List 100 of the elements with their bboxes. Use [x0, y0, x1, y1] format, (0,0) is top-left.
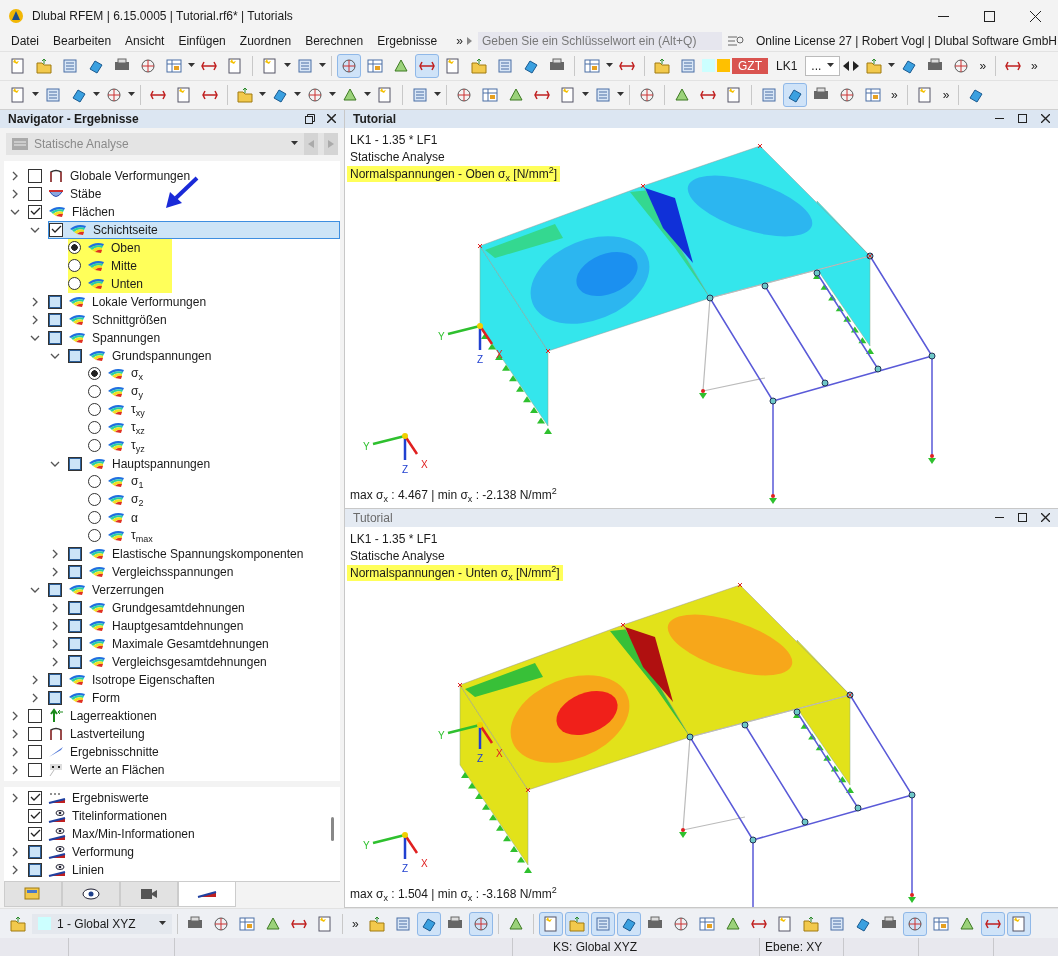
checkbox[interactable]: [28, 204, 42, 219]
maximize-icon[interactable]: [1018, 513, 1027, 523]
radio-button[interactable]: [88, 475, 101, 489]
tree-item-label[interactable]: Werte an Flächen: [70, 762, 165, 777]
caret-icon[interactable]: [582, 92, 589, 98]
panel-tab[interactable]: [62, 881, 120, 907]
tree-item-label[interactable]: Schnittgrößen: [92, 312, 167, 327]
checkbox[interactable]: [68, 456, 82, 471]
tree-item-label[interactable]: σ$_{y}$: [131, 383, 143, 400]
checkbox[interactable]: [49, 222, 63, 237]
tree-item-label[interactable]: Oben: [111, 240, 141, 255]
tree-item-label[interactable]: Vergleichsspannungen: [112, 564, 234, 579]
menu-item[interactable]: Bearbeiten: [46, 34, 119, 49]
tree-item-label[interactable]: Lagerreaktionen: [70, 708, 157, 723]
tool-button[interactable]: [616, 911, 641, 936]
tree-item-label[interactable]: Elastische Spannungskomponenten: [112, 546, 304, 561]
tree-item-label[interactable]: Spannungen: [92, 330, 161, 345]
checkbox[interactable]: [28, 808, 42, 823]
caret-icon[interactable]: [291, 141, 298, 147]
checkbox[interactable]: [68, 618, 82, 633]
search-field[interactable]: Geben Sie ein Schlüsselwort ein (Alt+Q): [477, 32, 722, 51]
tree-item-label[interactable]: Form: [92, 690, 120, 705]
expand-icon[interactable]: [50, 566, 60, 577]
tree-item-label[interactable]: Schichtseite: [93, 222, 158, 237]
tool-button[interactable]: [783, 82, 807, 107]
tree-item-label[interactable]: Flächen: [72, 204, 115, 219]
tree-item-label[interactable]: Ergebniswerte: [72, 790, 149, 805]
close-icon[interactable]: [1029, 10, 1041, 22]
tool-button[interactable]: [538, 911, 563, 936]
checkbox[interactable]: [28, 844, 42, 859]
scrollbar-thumb[interactable]: [331, 816, 334, 841]
tree-item-label[interactable]: Titelinformationen: [72, 808, 167, 823]
menu-item[interactable]: Datei: [4, 34, 46, 49]
caret-icon[interactable]: [159, 921, 166, 927]
tree-item-label[interactable]: Unten: [111, 276, 144, 291]
caret-icon[interactable]: [827, 63, 835, 69]
caret-icon[interactable]: [606, 63, 613, 69]
tool-button[interactable]: [1006, 911, 1031, 936]
tree-item-label[interactable]: Maximale Gesamtdehnungen: [112, 636, 269, 651]
expand-icon[interactable]: [30, 692, 40, 703]
radio-button[interactable]: [88, 439, 101, 453]
caret-icon[interactable]: [128, 92, 135, 98]
radio-button[interactable]: [68, 277, 81, 291]
checkbox[interactable]: [68, 636, 82, 651]
overflow-button[interactable]: »: [1027, 58, 1042, 73]
checkbox[interactable]: [28, 186, 42, 201]
tree-item-label[interactable]: τ$_{xz}$: [131, 419, 145, 436]
caret-icon[interactable]: [294, 92, 301, 98]
caret-icon[interactable]: [434, 92, 441, 98]
checkbox[interactable]: [28, 826, 42, 841]
maximize-icon[interactable]: [983, 10, 995, 22]
expand-icon[interactable]: [50, 638, 60, 649]
panel-tab[interactable]: [120, 881, 178, 907]
expand-icon[interactable]: [50, 620, 60, 631]
checkbox[interactable]: [28, 790, 42, 805]
checkbox[interactable]: [48, 582, 62, 597]
menu-item[interactable]: Einfügen: [171, 34, 233, 49]
checkbox[interactable]: [28, 708, 42, 723]
tool-button[interactable]: [468, 911, 493, 936]
expand-icon[interactable]: [30, 314, 40, 325]
tree-item-label[interactable]: Stäbe: [70, 186, 102, 201]
tree-item-label[interactable]: τ$_{max}$: [131, 527, 153, 544]
caret-icon[interactable]: [364, 92, 371, 98]
tree-item-label[interactable]: τ$_{yz}$: [131, 437, 145, 454]
tree-item-label[interactable]: Grundspannungen: [112, 348, 212, 363]
checkbox[interactable]: [48, 312, 62, 327]
tree-item-label[interactable]: Ergebnisschnitte: [70, 744, 159, 759]
caret-icon[interactable]: [319, 63, 326, 69]
tree-item-label[interactable]: Max/Min-Informationen: [72, 826, 195, 841]
selected-tree-item[interactable]: Schichtseite: [48, 220, 340, 239]
checkbox[interactable]: [68, 546, 82, 561]
caret-icon[interactable]: [93, 92, 100, 98]
expand-icon[interactable]: [10, 864, 20, 875]
close-icon[interactable]: [1041, 513, 1050, 523]
tree-item-label[interactable]: Lokale Verformungen: [92, 294, 207, 309]
close-icon[interactable]: [1041, 114, 1050, 124]
checkbox[interactable]: [28, 744, 42, 759]
overflow-button[interactable]: »: [456, 34, 463, 49]
checkbox[interactable]: [28, 762, 42, 777]
radio-button[interactable]: [88, 529, 101, 543]
expand-icon[interactable]: [10, 764, 20, 775]
panel-tab[interactable]: [178, 881, 236, 907]
radio-button[interactable]: [68, 241, 81, 255]
caret-icon[interactable]: [284, 63, 291, 69]
coordinate-system-dropdown[interactable]: 1 - Global XYZ: [32, 913, 172, 934]
checkbox[interactable]: [28, 862, 42, 877]
expand-icon[interactable]: [10, 846, 20, 857]
expand-icon[interactable]: [10, 792, 20, 803]
close-icon[interactable]: [327, 114, 336, 124]
radio-button[interactable]: [88, 511, 101, 525]
tree-item-label[interactable]: σ$_{1}$: [131, 473, 144, 490]
tree-item-label[interactable]: Mitte: [111, 258, 137, 273]
expand-icon[interactable]: [50, 656, 60, 667]
caret-icon[interactable]: [259, 92, 266, 98]
caret-icon[interactable]: [617, 92, 624, 98]
menu-item[interactable]: Ansicht: [118, 34, 172, 49]
tool-button[interactable]: [337, 53, 361, 78]
tool-button[interactable]: [416, 911, 441, 936]
tree-item-label[interactable]: σ$_{x}$: [131, 365, 143, 382]
tool-button[interactable]: [415, 53, 439, 78]
